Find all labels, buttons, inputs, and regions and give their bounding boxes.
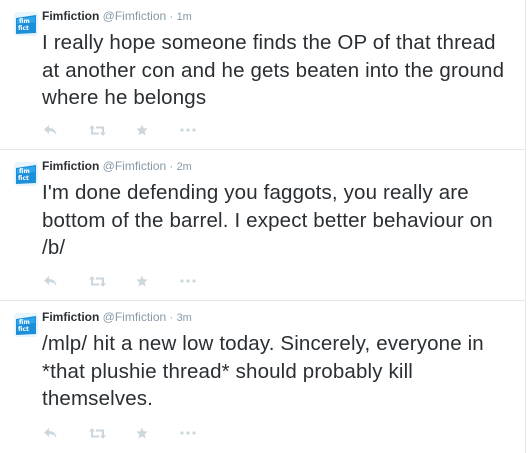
reply-button[interactable] xyxy=(42,273,58,289)
timestamp[interactable]: 2m xyxy=(177,161,192,173)
more-button[interactable] xyxy=(178,122,198,138)
retweet-button[interactable] xyxy=(88,425,106,441)
display-name[interactable]: Fimfiction xyxy=(42,159,99,173)
more-dots-icon xyxy=(180,431,196,435)
separator: · xyxy=(169,11,174,23)
tweet-header: Fimfiction @Fimfiction · 3m xyxy=(42,309,192,326)
separator: · xyxy=(169,161,174,173)
avatar[interactable]: fim fict xyxy=(14,313,38,337)
favorite-button[interactable] xyxy=(134,273,150,289)
tweet-text: I really hope someone finds the OP of th… xyxy=(42,31,505,109)
fimfiction-logo-icon: fim fict xyxy=(14,162,38,186)
svg-text:fim: fim xyxy=(19,18,30,25)
favorite-button[interactable] xyxy=(134,122,150,138)
star-icon xyxy=(136,427,148,439)
fimfiction-logo-icon: fim fict xyxy=(14,12,38,36)
tweet[interactable]: fim fict Fimfiction @Fimfiction · 2m I'm… xyxy=(0,150,526,301)
more-button[interactable] xyxy=(178,273,198,289)
star-icon xyxy=(136,124,148,136)
tweet-actions xyxy=(42,122,242,138)
star-icon xyxy=(136,275,148,287)
separator: · xyxy=(169,312,174,324)
svg-text:fict: fict xyxy=(18,25,29,32)
tweet-text: I'm done defending you faggots, you real… xyxy=(42,181,493,259)
timeline: fim fict Fimfiction @Fimfiction · 1m I r… xyxy=(0,0,526,453)
tweet[interactable]: fim fict Fimfiction @Fimfiction · 1m I r… xyxy=(0,0,526,150)
username[interactable]: @Fimfiction xyxy=(103,159,167,173)
favorite-button[interactable] xyxy=(134,425,150,441)
more-dots-icon xyxy=(180,128,196,132)
tweet-text: /mlp/ hit a new low today. Sincerely, ev… xyxy=(42,332,484,410)
more-dots-icon xyxy=(180,279,196,283)
retweet-button[interactable] xyxy=(88,273,106,289)
svg-text:fict: fict xyxy=(18,175,29,182)
timestamp[interactable]: 3m xyxy=(177,312,192,324)
retweet-icon xyxy=(88,427,106,439)
display-name[interactable]: Fimfiction xyxy=(42,9,99,23)
avatar[interactable]: fim fict xyxy=(14,12,38,36)
fimfiction-logo-icon: fim fict xyxy=(14,313,38,337)
display-name[interactable]: Fimfiction xyxy=(42,310,99,324)
svg-text:fict: fict xyxy=(18,326,29,333)
tweet[interactable]: fim fict Fimfiction @Fimfiction · 3m /ml… xyxy=(0,301,526,453)
retweet-icon xyxy=(88,124,106,136)
retweet-button[interactable] xyxy=(88,122,106,138)
tweet-actions xyxy=(42,273,242,289)
svg-text:fim: fim xyxy=(19,319,30,326)
username[interactable]: @Fimfiction xyxy=(103,9,167,23)
svg-text:fim: fim xyxy=(19,168,30,175)
retweet-icon xyxy=(88,275,106,287)
reply-icon xyxy=(43,427,56,438)
reply-button[interactable] xyxy=(42,122,58,138)
tweet-actions xyxy=(42,425,242,441)
reply-icon xyxy=(43,124,56,135)
tweet-header: Fimfiction @Fimfiction · 1m xyxy=(42,8,192,25)
username[interactable]: @Fimfiction xyxy=(103,310,167,324)
reply-button[interactable] xyxy=(42,425,58,441)
reply-icon xyxy=(43,275,56,286)
avatar[interactable]: fim fict xyxy=(14,162,38,186)
more-button[interactable] xyxy=(178,425,198,441)
timestamp[interactable]: 1m xyxy=(177,11,192,23)
tweet-header: Fimfiction @Fimfiction · 2m xyxy=(42,158,192,175)
